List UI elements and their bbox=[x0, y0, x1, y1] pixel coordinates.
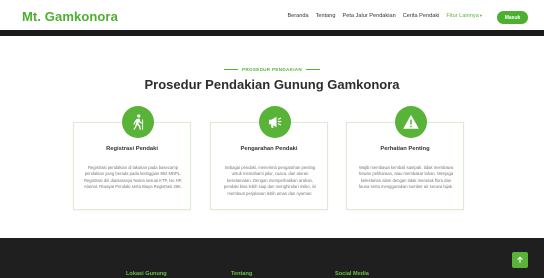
navbar: Mt. Gamkonora Beranda Tentang Peta Jalur… bbox=[0, 0, 544, 34]
nav-link-tentang[interactable]: Tentang bbox=[316, 13, 336, 19]
footer-heading-social: Social Media bbox=[335, 271, 369, 277]
card-description: Registrasi pendakian di lakukan pada bas… bbox=[83, 165, 183, 190]
arrow-up-icon bbox=[517, 256, 523, 263]
megaphone-icon bbox=[259, 106, 291, 138]
warning-icon bbox=[395, 106, 427, 138]
section-tag-label: PROSEDUR PENDAKIAN bbox=[241, 67, 303, 72]
section-tag: PROSEDUR PENDAKIAN bbox=[0, 67, 544, 72]
card-title: Perhatian Penting bbox=[380, 146, 430, 152]
tag-line-left bbox=[223, 69, 238, 71]
footer-heading-tentang: Tentang bbox=[231, 271, 253, 277]
nav-link-beranda[interactable]: Beranda bbox=[287, 13, 308, 19]
hiker-icon bbox=[122, 106, 154, 138]
nav-dropdown-label: Fitur Lainnya bbox=[446, 13, 479, 19]
login-button[interactable]: Masuk bbox=[497, 11, 528, 24]
card-description: Sebagai pendaki, menerima pengarahan pen… bbox=[223, 165, 317, 196]
card-description: Wajib membawa kembali sampah, tidak memb… bbox=[358, 165, 454, 190]
footer-heading-lokasi: Lokasi Gunung bbox=[126, 271, 167, 277]
nav-link-peta-jalur[interactable]: Peta Jalur Pendakian bbox=[343, 13, 396, 19]
hero-image-strip bbox=[0, 30, 544, 36]
tag-line-right bbox=[306, 69, 321, 71]
back-to-top-button[interactable] bbox=[512, 252, 528, 268]
card-title: Registrasi Pendaki bbox=[106, 146, 158, 152]
card-title: Pengarahan Pendaki bbox=[240, 146, 298, 152]
nav-link-cerita-pendaki[interactable]: Cerita Pendaki bbox=[403, 13, 440, 19]
nav-dropdown-fitur[interactable]: Fitur Lainnya▾ bbox=[446, 13, 482, 19]
section-title: Prosedur Pendakian Gunung Gamkonora bbox=[144, 77, 400, 92]
footer: Lokasi Gunung Tentang Social Media bbox=[0, 238, 544, 278]
nav-links: Beranda Tentang Peta Jalur Pendakian Cer… bbox=[287, 13, 482, 19]
brand-logo[interactable]: Mt. Gamkonora bbox=[22, 9, 118, 24]
chevron-down-icon: ▾ bbox=[479, 13, 482, 18]
